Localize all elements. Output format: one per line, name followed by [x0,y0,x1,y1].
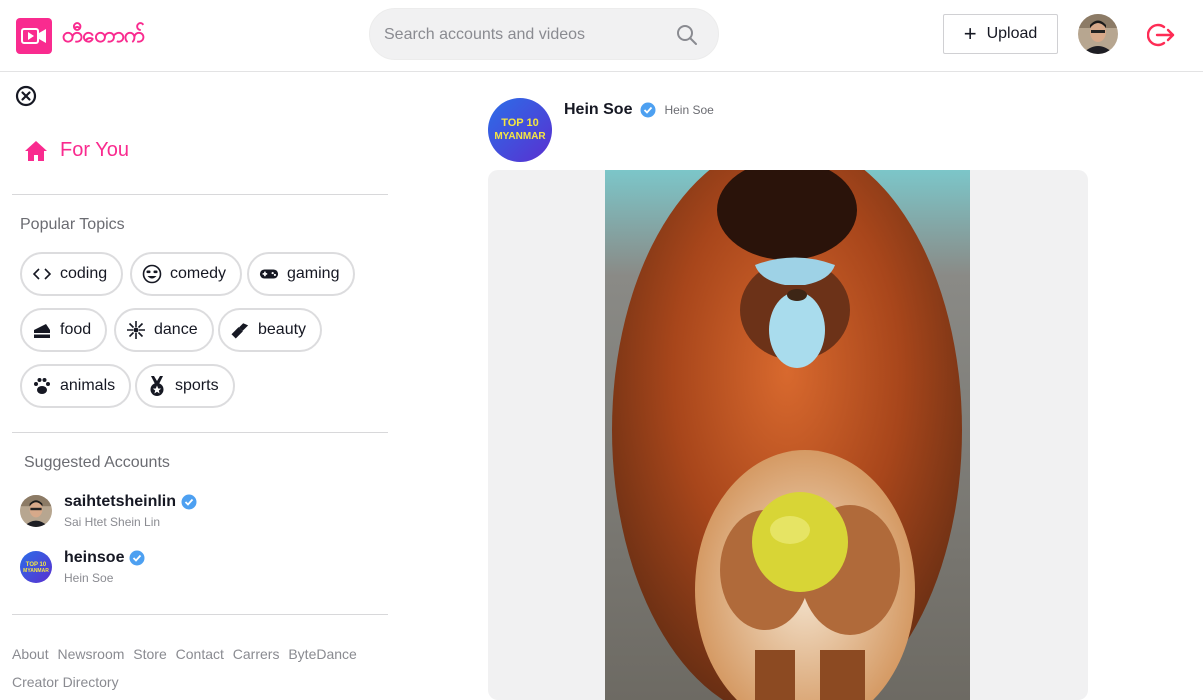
paw-icon [32,376,52,396]
divider [12,432,388,433]
footer-link-store[interactable]: Store [133,646,166,662]
avatar: TOP 10 MYANMAR [20,551,52,583]
video-camera-icon [16,18,52,54]
verified-badge-icon [129,550,145,566]
topic-label: dance [154,321,198,338]
search-bar[interactable] [369,8,719,60]
post-author-avatar[interactable]: TOP 10 MYANMAR [488,98,552,162]
topic-chip-coding[interactable]: coding [20,252,124,296]
video-card [488,170,1088,700]
logo-text: တီတောက် [62,22,145,48]
footer-link-creator-directory[interactable]: Creator Directory [12,674,119,690]
footer-link-careers[interactable]: Carrers [233,646,280,662]
post-author-nickname: Hein Soe [664,103,714,117]
account-display-name: Hein Soe [64,571,114,585]
topic-label: beauty [258,321,307,338]
post-author-info[interactable]: Hein Soe Hein Soe [564,101,714,119]
home-icon [25,140,47,161]
post-author-name: Hein Soe [564,101,633,118]
account-display-name: Sai Htet Shein Lin [64,515,161,529]
dance-icon [126,320,146,340]
avatar [20,495,52,527]
account-username: saihtetsheinlin [64,493,177,510]
lipstick-icon [230,320,250,340]
divider [12,614,388,615]
divider [12,194,388,195]
suggested-accounts-title: Suggested Accounts [24,454,170,471]
app-logo[interactable]: တီတောက် [16,18,145,54]
svg-text:MYANMAR: MYANMAR [494,131,546,142]
topic-chip-animals[interactable]: animals [20,364,132,408]
top-navbar: တီတောက် + Upload [0,0,1203,72]
gamepad-icon [259,264,279,284]
topic-chip-food[interactable]: food [20,308,108,352]
for-you-label: For You [60,139,129,161]
popular-topics-title: Popular Topics [20,216,125,233]
verified-badge-icon [640,102,656,118]
footer-link-newsroom[interactable]: Newsroom [57,646,124,662]
upload-label: Upload [986,25,1038,42]
verified-badge-icon [181,494,197,510]
suggested-account-item[interactable]: TOP 10 MYANMAR heinsoe Hein Soe [20,549,145,585]
topic-label: coding [60,265,108,282]
video-player[interactable] [605,170,970,700]
topic-label: comedy [170,265,227,282]
account-username: heinsoe [64,549,125,566]
suggested-account-item[interactable]: saihtetsheinlin Sai Htet Shein Lin [20,493,197,529]
topic-label: gaming [287,265,340,282]
plus-icon: + [963,21,977,46]
topic-chip-beauty[interactable]: beauty [218,308,323,352]
nav-for-you[interactable]: For You [24,139,129,162]
topic-chip-gaming[interactable]: gaming [247,252,356,296]
logout-icon[interactable] [1146,22,1175,53]
footer-link-contact[interactable]: Contact [176,646,224,662]
code-icon [32,264,52,284]
search-input[interactable] [384,23,664,47]
footer-link-bytedance[interactable]: ByteDance [288,646,356,662]
laughing-face-icon [142,264,162,284]
footer-links: About Newsroom Store Contact Carrers Byt… [12,640,392,696]
user-avatar[interactable] [1078,14,1118,54]
upload-button[interactable]: + Upload [943,14,1058,54]
svg-text:MYANMAR: MYANMAR [23,568,49,574]
topic-label: sports [175,377,219,394]
footer-link-about[interactable]: About [12,646,49,662]
search-icon[interactable] [676,24,698,51]
medal-icon [147,376,167,396]
cake-icon [32,320,52,340]
topic-chip-dance[interactable]: dance [114,308,214,352]
close-icon[interactable] [15,85,37,112]
svg-text:TOP 10: TOP 10 [501,117,539,129]
topic-chip-comedy[interactable]: comedy [130,252,243,296]
sidebar: For You Popular Topics coding comedy gam… [0,73,400,690]
topic-chip-sports[interactable]: sports [135,364,235,408]
topic-label: food [60,321,92,338]
topic-label: animals [60,377,116,394]
